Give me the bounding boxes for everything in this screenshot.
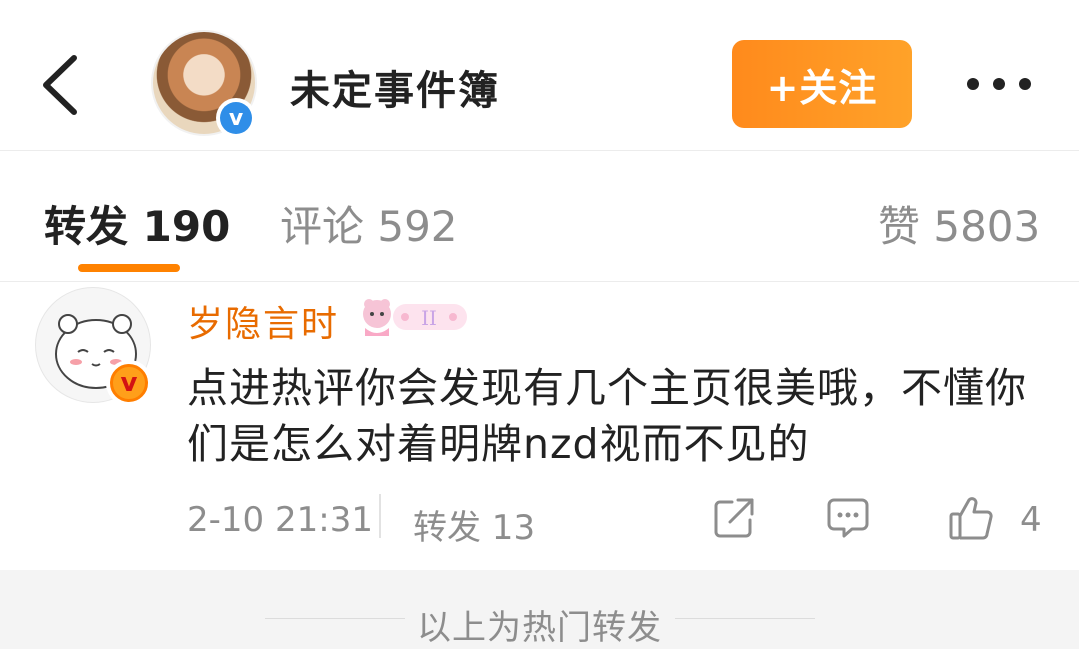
tab-likes[interactable]: 赞 5803 — [878, 193, 1040, 254]
active-tab-indicator — [78, 264, 180, 272]
member-badge-icon: II — [363, 299, 467, 336]
verify-mark: v — [220, 102, 252, 134]
post-text: 点进热评你会发现有几个主页很美哦，不懂你们是怎么对着明牌nzd视而不见的 — [187, 364, 1027, 468]
post-timestamp: 2-10 21:31 — [187, 500, 373, 540]
header: v 未定事件簿 +关注 — [0, 0, 1079, 151]
hot-reposts-label: 以上为热门转发 — [417, 608, 662, 648]
more-dots-icon[interactable] — [965, 72, 1033, 96]
divider-right — [675, 618, 815, 619]
repost-count: 转发 13 — [413, 508, 536, 548]
verify-mark: v — [110, 364, 148, 402]
repost-item: v 岁隐言时 II 点进热评你会发现有几个主页很美哦，不懂你们是怎么对着明牌nz… — [0, 282, 1079, 570]
meta-divider — [379, 494, 381, 538]
chevron-left-icon[interactable] — [38, 50, 88, 120]
thumbs-up-icon[interactable] — [947, 494, 995, 542]
username[interactable]: 岁隐言时 — [187, 295, 339, 347]
verified-orange-icon: v — [106, 360, 152, 406]
footer: 以上为热门转发 — [0, 570, 1079, 649]
svg-text:II: II — [421, 306, 437, 330]
tab-reposts[interactable]: 转发 190 — [44, 193, 230, 254]
comment-icon[interactable] — [826, 496, 870, 540]
tab-bar: 转发 190 评论 592 赞 5803 — [0, 151, 1079, 282]
verified-blue-icon: v — [216, 98, 256, 138]
like-count: 4 — [1020, 500, 1042, 540]
tab-comments[interactable]: 评论 592 — [280, 193, 458, 254]
page-title[interactable]: 未定事件簿 — [290, 58, 500, 116]
share-icon[interactable] — [712, 496, 756, 540]
follow-button[interactable]: +关注 — [732, 40, 912, 128]
